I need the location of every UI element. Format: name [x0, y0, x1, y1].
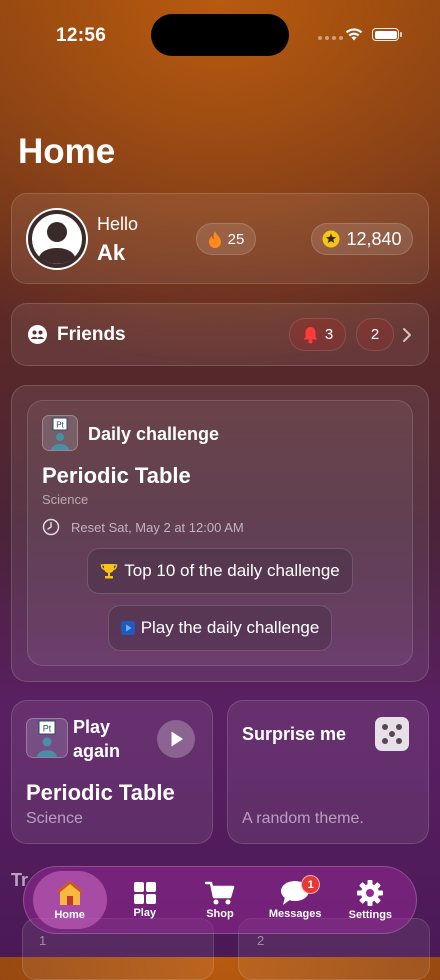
messages-badge: 1: [301, 875, 321, 894]
reset-time: Reset Sat, May 2 at 12:00 AM: [71, 520, 244, 535]
status-time: 12:56: [56, 25, 107, 46]
nav-shop-label: Shop: [206, 908, 234, 920]
requests-badge[interactable]: 2: [356, 318, 394, 351]
chevron-right-icon[interactable]: [402, 327, 412, 343]
battery-icon: [372, 28, 399, 41]
streak-count: 25: [227, 230, 245, 248]
trophy-icon: [101, 564, 118, 579]
dynamic-island: [151, 14, 289, 56]
bell-icon: [303, 326, 318, 343]
play-daily-button[interactable]: Play the daily challenge: [108, 605, 332, 651]
signal-icon: [318, 36, 343, 40]
bottom-navbar: Home Play Shop Messages 1 Settings: [23, 866, 417, 934]
page-title: Home: [18, 132, 116, 171]
trending-rank: 1: [39, 933, 47, 948]
nav-play-label: Play: [133, 907, 157, 919]
nav-shop[interactable]: Shop: [183, 871, 257, 929]
nav-home-label: Home: [54, 909, 85, 921]
top10-label: Top 10 of the daily challenge: [124, 561, 340, 580]
daily-challenge-category: Science: [42, 492, 89, 507]
nav-settings-label: Settings: [348, 909, 393, 921]
periodic-table-icon: Pt: [26, 718, 68, 758]
play-again-label: Play again: [73, 717, 121, 761]
friends-icon: [28, 325, 47, 344]
notifications-badge[interactable]: 3: [289, 318, 346, 351]
cart-icon: [204, 881, 235, 905]
battery-tip: [400, 32, 402, 37]
play-daily-label: Play the daily challenge: [140, 618, 320, 637]
periodic-table-icon: Pt: [42, 415, 78, 451]
streak-badge[interactable]: 25: [196, 223, 256, 255]
play-again-topic: Periodic Table: [26, 780, 175, 805]
nav-settings[interactable]: Settings: [333, 871, 407, 929]
flame-icon: [208, 231, 221, 248]
play-again-button[interactable]: [157, 720, 195, 758]
dice-icon: [375, 717, 409, 751]
nav-play[interactable]: Play: [108, 871, 182, 929]
top10-button[interactable]: Top 10 of the daily challenge: [87, 548, 353, 594]
greeting-text: Hello: [97, 214, 139, 234]
svg-text:Pt: Pt: [56, 421, 64, 430]
friends-label: Friends: [57, 324, 126, 345]
daily-challenge-topic: Periodic Table: [42, 463, 191, 488]
nav-messages-label: Messages: [268, 908, 322, 920]
surprise-me-title: Surprise me: [242, 724, 347, 744]
clock-icon: [42, 518, 60, 536]
wifi-icon: [345, 28, 363, 41]
coins-badge[interactable]: 12,840: [311, 223, 413, 255]
gear-icon: [357, 880, 384, 906]
play-again-category: Science: [26, 810, 83, 827]
grid-icon: [133, 882, 156, 904]
daily-challenge-label: Daily challenge: [88, 424, 220, 444]
play-icon: [171, 731, 183, 747]
nav-home[interactable]: Home: [32, 871, 107, 929]
surprise-me-subtitle: A random theme.: [242, 810, 364, 827]
username: Ak: [97, 240, 126, 265]
home-icon: [56, 881, 83, 905]
coin-icon: [322, 230, 340, 248]
coins-count: 12,840: [346, 228, 402, 249]
svg-text:Pt: Pt: [43, 724, 52, 734]
play-icon: [120, 621, 135, 635]
avatar-icon[interactable]: [26, 208, 88, 270]
requests-count: 2: [370, 326, 380, 343]
nav-messages[interactable]: Messages 1: [258, 871, 332, 929]
notifications-count: 3: [324, 326, 334, 343]
trending-rank: 2: [257, 933, 265, 948]
